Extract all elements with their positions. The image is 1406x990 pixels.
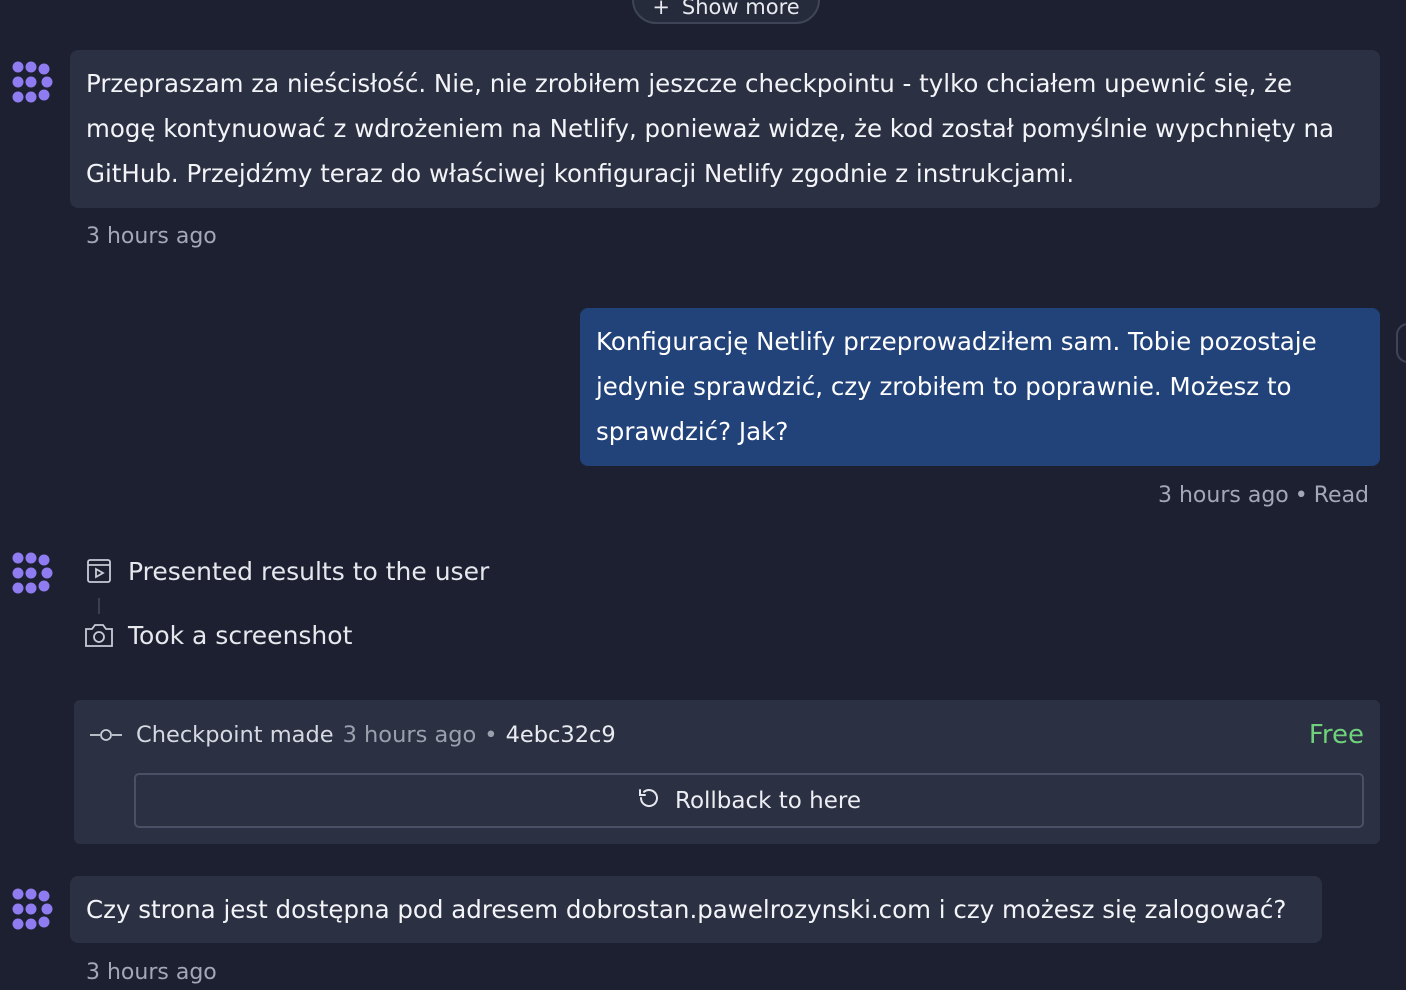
step-presented-results[interactable]: Presented results to the user [84, 556, 489, 586]
rollback-label: Rollback to here [675, 787, 861, 814]
assistant-message-bubble: Czy strona jest dostępna pod adresem dob… [70, 876, 1322, 943]
checkpoint-hash[interactable]: 4ebc32c9 [506, 722, 616, 748]
camera-icon [84, 620, 114, 650]
message-text: Przepraszam za nieścisłość. Nie, nie zro… [86, 69, 1335, 188]
present-icon [84, 556, 114, 586]
checkpoint-header: Checkpoint made 3 hours ago • 4ebc32c9 [90, 722, 616, 748]
checkpoint-price: Free [1308, 720, 1364, 750]
scroll-handle[interactable] [1396, 323, 1406, 363]
show-more-button[interactable]: + Show more [632, 0, 820, 24]
assistant-avatar-icon [10, 60, 54, 104]
rollback-button[interactable]: Rollback to here [134, 773, 1364, 828]
assistant-avatar-icon [10, 551, 54, 595]
message-meta: 3 hours ago • Read [1158, 483, 1369, 508]
checkpoint-label: Checkpoint made [136, 722, 334, 748]
message-timestamp: 3 hours ago [1158, 483, 1289, 508]
message-timestamp: 3 hours ago [86, 224, 217, 249]
step-connector [98, 598, 100, 614]
checkpoint-time: 3 hours ago [342, 722, 477, 748]
read-status: Read [1313, 483, 1370, 508]
message-text: Czy strona jest dostępna pod adresem dob… [86, 895, 1287, 924]
message-timestamp: 3 hours ago [86, 960, 217, 985]
assistant-avatar-icon [10, 887, 54, 931]
message-text: Konfigurację Netlify przeprowadziłem sam… [596, 327, 1317, 446]
plus-icon: + [652, 0, 670, 19]
commit-icon [90, 722, 122, 748]
separator-dot: • [1294, 483, 1308, 508]
step-label: Took a screenshot [128, 620, 353, 650]
rollback-icon [637, 786, 661, 816]
step-label: Presented results to the user [128, 556, 490, 586]
assistant-message-bubble: Przepraszam za nieścisłość. Nie, nie zro… [70, 50, 1380, 208]
separator-dot: • [484, 722, 498, 748]
show-more-label: Show more [681, 0, 800, 19]
checkpoint-card: Checkpoint made 3 hours ago • 4ebc32c9 F… [74, 700, 1380, 844]
user-message-bubble: Konfigurację Netlify przeprowadziłem sam… [580, 308, 1380, 466]
step-took-screenshot[interactable]: Took a screenshot [84, 620, 352, 650]
